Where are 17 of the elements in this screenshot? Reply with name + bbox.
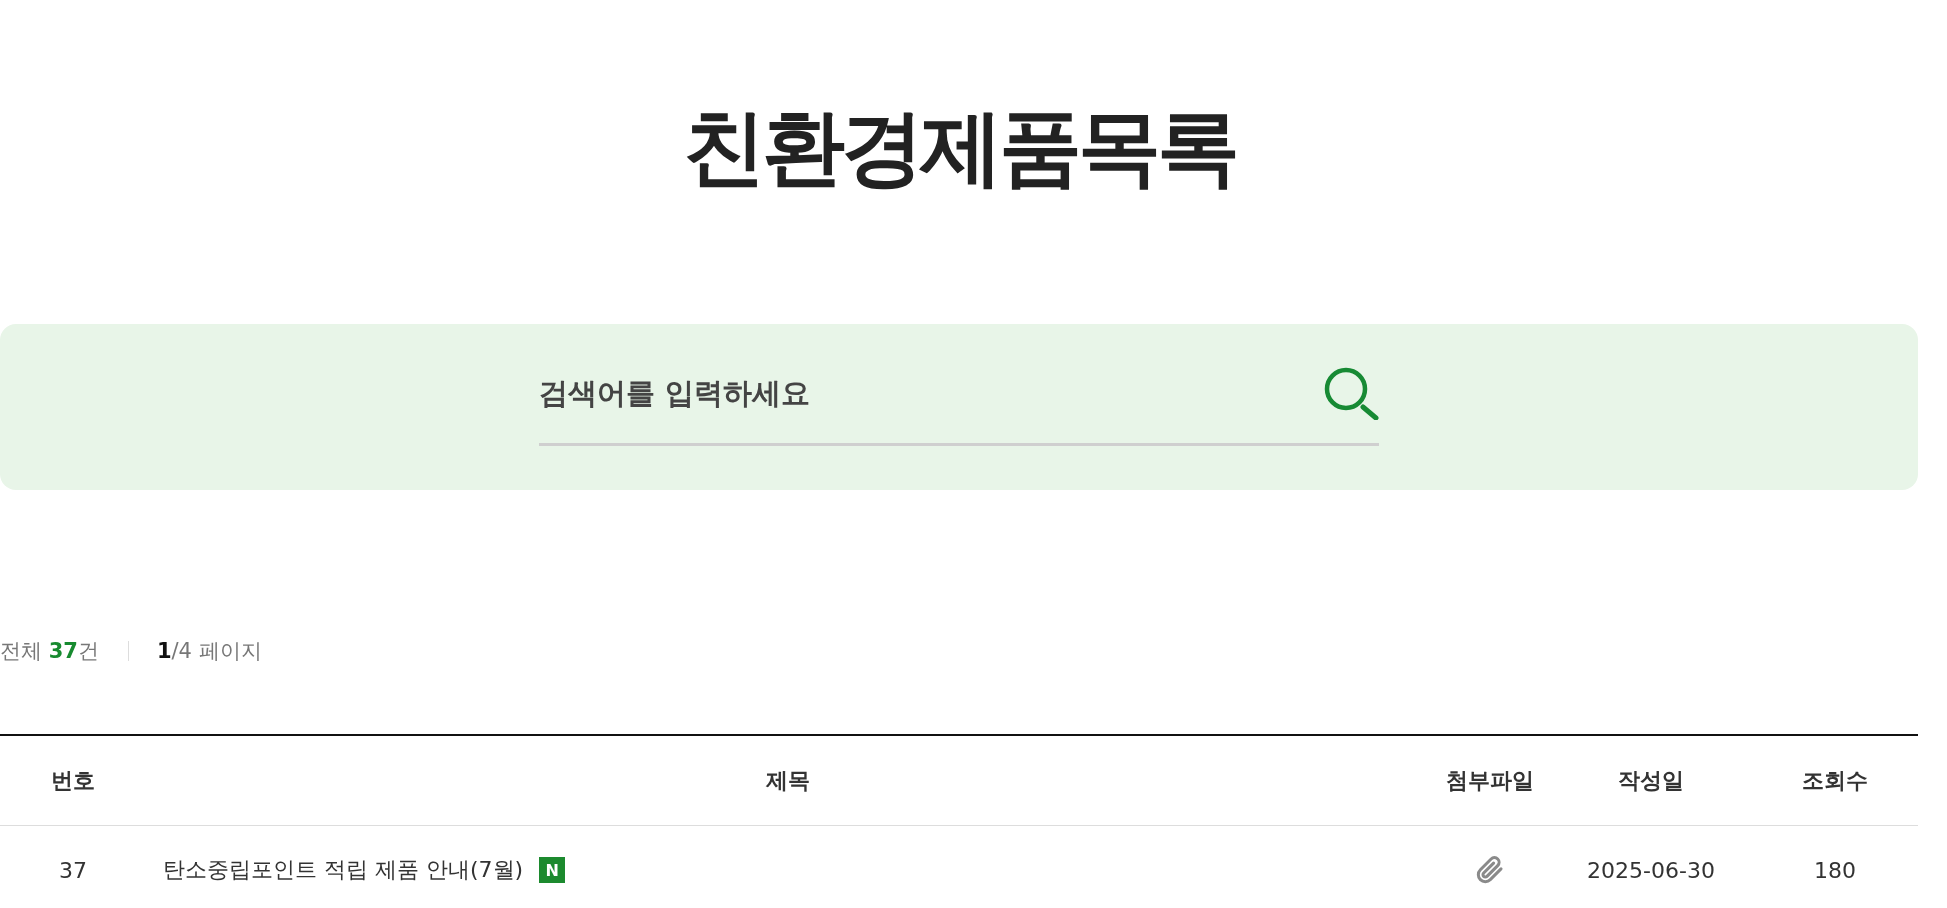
- column-header: 번호: [51, 766, 95, 795]
- new-badge: N: [539, 857, 566, 883]
- column-header: 작성일: [1618, 766, 1684, 795]
- post-title-link[interactable]: 탄소중립포인트 적립 제품 안내(7월): [163, 855, 524, 885]
- view-count: 180: [1814, 857, 1856, 883]
- search-icon: [1323, 365, 1379, 420]
- column-header: 제목: [766, 766, 810, 795]
- page-title: 친환경제품목록: [681, 98, 1237, 196]
- row-number: 37: [59, 857, 87, 883]
- column-header: 첨부파일: [1446, 766, 1534, 795]
- post-date: 2025-06-30: [1587, 857, 1715, 883]
- column-header: 조회수: [1802, 766, 1868, 795]
- page-indicator: 1/4 페이지: [156, 638, 262, 665]
- total-count: 전체 37건: [0, 638, 99, 665]
- paperclip-icon[interactable]: [1476, 856, 1504, 884]
- search-button[interactable]: [1323, 365, 1379, 420]
- search-input[interactable]: 검색어를 입력하세요: [539, 371, 1323, 414]
